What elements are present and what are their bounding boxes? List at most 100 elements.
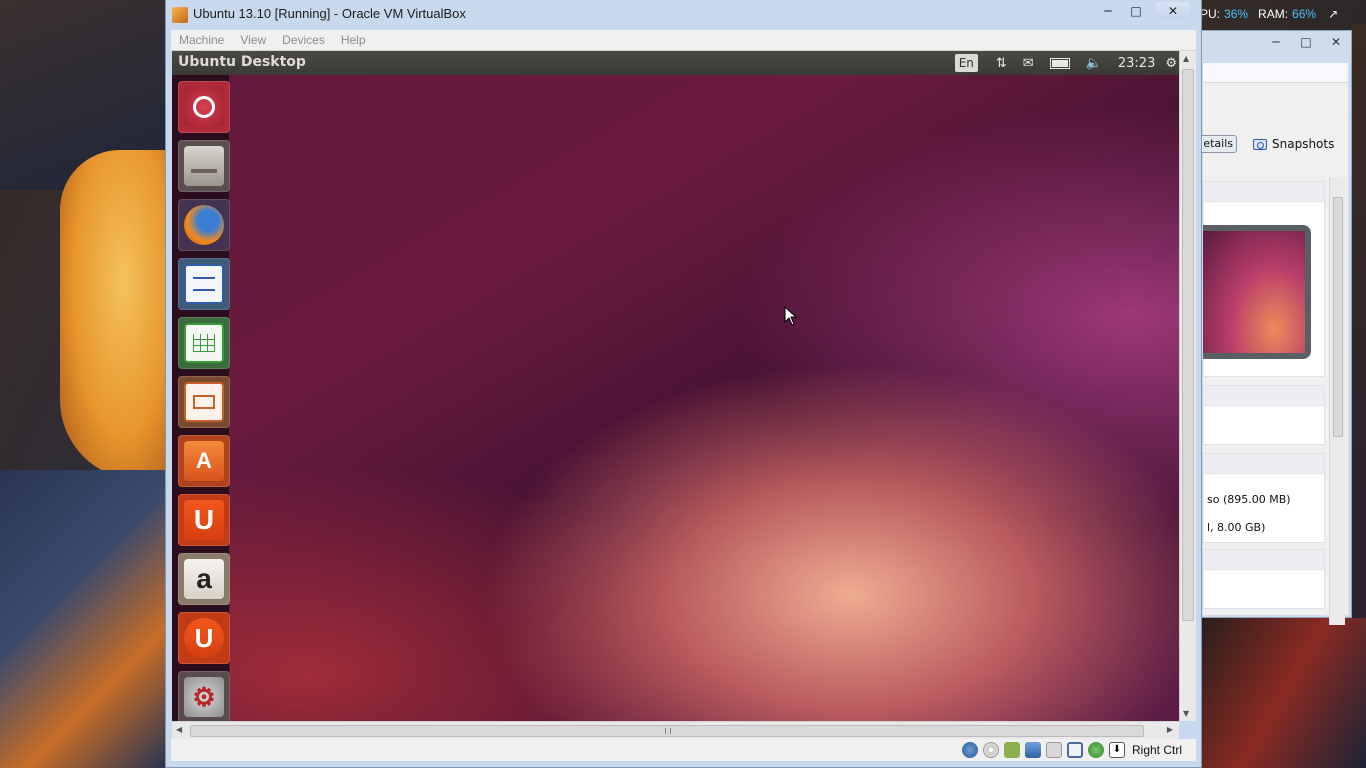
menu-machine[interactable]: Machine (179, 33, 224, 47)
cpu-label: PU: (1200, 7, 1221, 21)
scroll-down-icon[interactable]: ▼ (1183, 709, 1189, 718)
scrollbar-thumb[interactable] (1333, 197, 1343, 437)
mail-icon[interactable]: ✉ (1015, 51, 1042, 75)
virtualbox-manager-window[interactable]: ─ □ ✕ etails Snapshots so (895.00 MB) l,… (1199, 30, 1352, 625)
snapshots-tab-label: Snapshots (1272, 137, 1335, 151)
cursor-arrow-icon (784, 305, 798, 326)
vm-window[interactable]: Ubuntu 13.10 [Running] - Oracle VM Virtu… (165, 0, 1202, 768)
keyboard-layout-indicator[interactable]: En (954, 54, 978, 72)
impress-presentation-icon (184, 382, 224, 422)
panel-header (1204, 182, 1324, 202)
wallpaper-ear-shape (60, 150, 165, 480)
host-key-arrow-icon[interactable]: ⬇ (1108, 742, 1125, 758)
camera-icon (1253, 138, 1267, 150)
panel-header (1204, 454, 1324, 474)
scroll-up-icon[interactable]: ▲ (1183, 54, 1189, 63)
vm-preview-screen (1203, 231, 1305, 353)
wallpaper-right-shape (1202, 618, 1366, 768)
headphones-icon: U (184, 618, 224, 658)
menu-view[interactable]: View (240, 33, 266, 47)
maximize-icon[interactable]: □ (1126, 2, 1146, 20)
manager-toolbar-strip (1203, 63, 1348, 83)
panel-header (1204, 386, 1324, 406)
volume-icon[interactable]: 🔈 (1078, 51, 1110, 75)
launcher-item-settings[interactable]: ⚙ (178, 671, 230, 721)
ubuntu-logo-icon (184, 87, 224, 127)
launcher-item-amazon[interactable]: a (178, 553, 230, 605)
expand-arrow-icon[interactable]: ↗ (1328, 7, 1338, 21)
vm-menubar: Machine View Devices Help (171, 30, 1196, 51)
firefox-icon (184, 205, 224, 245)
shopping-bag-icon: A (184, 441, 224, 481)
snapshots-tab[interactable]: Snapshots (1253, 137, 1334, 151)
host-resource-meter: PU: 36% RAM: 66% ↗ (1200, 4, 1366, 24)
menu-help[interactable]: Help (341, 33, 366, 47)
optical-drive-icon[interactable] (982, 742, 999, 758)
wallpaper-coat-shape (0, 470, 165, 768)
virtualbox-icon (172, 7, 188, 23)
ubuntu-wallpaper[interactable] (230, 75, 1179, 721)
host-key-label: Right Ctrl (1131, 743, 1182, 757)
vm-titlebar[interactable]: Ubuntu 13.10 [Running] - Oracle VM Virtu… (166, 0, 1201, 30)
wrench-gear-icon: ⚙ (184, 677, 224, 717)
file-cabinet-icon (184, 146, 224, 186)
shared-folder-icon[interactable] (1045, 742, 1062, 758)
scroll-right-icon[interactable]: ▶ (1167, 725, 1173, 734)
manager-window-controls: ─ □ ✕ (1269, 35, 1343, 49)
launcher-item-files[interactable] (178, 140, 230, 192)
writer-document-icon (184, 264, 224, 304)
launcher-item-music[interactable]: U (178, 612, 230, 664)
launcher-item-impress[interactable] (178, 376, 230, 428)
gear-icon[interactable]: ⚙ (1163, 51, 1179, 75)
storage-line-disk: l, 8.00 GB) (1207, 521, 1266, 534)
launcher-item-writer[interactable] (178, 258, 230, 310)
panel-header (1204, 550, 1324, 570)
menu-devices[interactable]: Devices (282, 33, 325, 47)
guest-vertical-scrollbar[interactable]: ▲ ▼ (1179, 51, 1196, 721)
scrollbar-thumb[interactable] (1182, 69, 1194, 621)
storage-line-iso: so (895.00 MB) (1207, 493, 1291, 506)
hard-disk-icon[interactable] (961, 742, 978, 758)
vm-preview-thumbnail (1203, 225, 1311, 359)
launcher-item-software-center[interactable]: A (178, 435, 230, 487)
general-panel (1203, 385, 1325, 445)
indicator-area: En ⇅ ✉ 🔈 23:23 ⚙ (954, 51, 1179, 75)
launcher-item-calc[interactable] (178, 317, 230, 369)
network-icon[interactable]: ⇅ (988, 51, 1015, 75)
cpu-value: 36% (1224, 7, 1249, 21)
vm-status-bar: ⬇ Right Ctrl (171, 739, 1196, 761)
amazon-icon: a (184, 559, 224, 599)
scrollbar-thumb[interactable] (190, 725, 1144, 737)
ubuntu-top-panel: Ubuntu Desktop En ⇅ ✉ 🔈 23:23 ⚙ (172, 51, 1179, 75)
panel-title: Ubuntu Desktop (178, 54, 306, 70)
maximize-icon[interactable]: □ (1299, 35, 1313, 49)
launcher-item-ubuntu-one[interactable]: U (178, 494, 230, 546)
mouse-integration-icon[interactable] (1087, 742, 1104, 758)
guest-display[interactable]: Ubuntu Desktop En ⇅ ✉ 🔈 23:23 ⚙ A U a U … (172, 51, 1179, 721)
window-title: Ubuntu 13.10 [Running] - Oracle VM Virtu… (193, 6, 466, 21)
manager-scrollbar[interactable] (1329, 177, 1345, 625)
scroll-left-icon[interactable]: ◀ (176, 725, 182, 734)
launcher-item-dash[interactable] (178, 81, 230, 133)
minimize-icon[interactable]: ─ (1098, 2, 1118, 20)
wallpaper-right-top (1352, 24, 1366, 618)
guest-horizontal-scrollbar[interactable]: ◀ ▶ (172, 721, 1179, 739)
unity-launcher: A U a U ⚙ (172, 75, 230, 721)
scrollbar-grip (665, 728, 671, 734)
ubuntu-one-icon: U (184, 500, 224, 540)
clock[interactable]: 23:23 (1110, 51, 1163, 75)
details-tab[interactable]: etails (1199, 135, 1237, 153)
minimize-icon[interactable]: ─ (1269, 35, 1283, 49)
ram-label: RAM: (1258, 7, 1289, 21)
usb-icon[interactable] (1003, 742, 1020, 758)
close-icon[interactable]: ✕ (1329, 35, 1343, 49)
manager-content: etails Snapshots so (895.00 MB) l, 8.00 … (1199, 63, 1348, 625)
calc-spreadsheet-icon (184, 323, 224, 363)
display-icon[interactable] (1066, 742, 1083, 758)
ram-value: 66% (1292, 7, 1317, 21)
network-adapter-icon[interactable] (1024, 742, 1041, 758)
battery-icon[interactable] (1042, 51, 1078, 75)
close-icon[interactable]: ✕ (1156, 2, 1190, 20)
launcher-item-firefox[interactable] (178, 199, 230, 251)
audio-panel (1203, 549, 1325, 609)
